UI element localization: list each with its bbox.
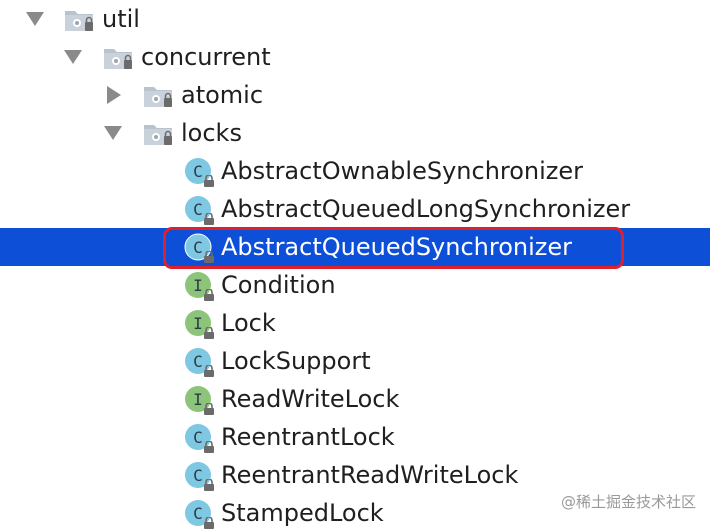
package-folder-icon [143, 84, 173, 108]
class-icon: C [185, 348, 214, 377]
tree-item[interactable]: C LockSupport [0, 342, 710, 380]
tree-item-label: StampedLock [221, 499, 384, 527]
icon-letter: C [193, 504, 203, 523]
watermark: @稀土掘金技术社区 [560, 493, 696, 511]
tree-item-label: ReadWriteLock [221, 385, 400, 413]
tree-node-label: util [102, 5, 140, 33]
triangle-down-icon[interactable] [64, 50, 82, 64]
tree-item[interactable]: C ReentrantLock [0, 418, 710, 456]
icon-letter: I [193, 276, 203, 295]
class-icon: C [185, 158, 214, 187]
tree-item[interactable]: I Condition [0, 266, 710, 304]
tree-node-locks[interactable]: locks [0, 114, 710, 152]
triangle-down-icon[interactable] [26, 12, 44, 26]
class-icon: C [185, 424, 214, 453]
tree-item-label: ReentrantReadWriteLock [221, 461, 519, 489]
triangle-down-icon[interactable] [104, 126, 122, 140]
icon-letter: C [193, 162, 203, 181]
class-icon: C [185, 196, 214, 225]
icon-letter: I [193, 390, 203, 409]
tree-item[interactable]: C AbstractQueuedLongSynchronizer [0, 190, 710, 228]
tree-node-label: locks [181, 119, 242, 147]
icon-letter: C [193, 428, 203, 447]
tree-item-label: Condition [221, 271, 336, 299]
tree-item[interactable]: I ReadWriteLock [0, 380, 710, 418]
icon-letter: C [193, 352, 203, 371]
highlight-box [163, 227, 624, 269]
interface-icon: I [185, 386, 214, 415]
interface-icon: I [185, 272, 214, 301]
class-icon: C [185, 462, 214, 491]
tree-item[interactable]: C AbstractOwnableSynchronizer [0, 152, 710, 190]
interface-icon: I [185, 310, 214, 339]
icon-letter: I [193, 314, 203, 333]
package-folder-icon [143, 122, 173, 146]
icon-letter: C [193, 200, 203, 219]
tree-item[interactable]: I Lock [0, 304, 710, 342]
tree-item[interactable]: C ReentrantReadWriteLock [0, 456, 710, 494]
tree-node-util[interactable]: util [0, 0, 710, 38]
tree-item-label: AbstractOwnableSynchronizer [221, 157, 584, 185]
package-folder-icon [64, 8, 94, 32]
class-icon: C [185, 500, 214, 529]
tree-item-label: AbstractQueuedLongSynchronizer [221, 195, 631, 223]
icon-letter: C [193, 466, 203, 485]
tree-item-label: ReentrantLock [221, 423, 395, 451]
tree-item-label: Lock [221, 309, 276, 337]
tree-item-label: LockSupport [221, 347, 371, 375]
tree-node-label: atomic [181, 81, 264, 109]
tree-node-concurrent[interactable]: concurrent [0, 38, 710, 76]
package-folder-icon [103, 46, 133, 70]
triangle-right-icon[interactable] [107, 86, 121, 104]
tree-node-label: concurrent [141, 43, 271, 71]
tree-node-atomic[interactable]: atomic [0, 76, 710, 114]
